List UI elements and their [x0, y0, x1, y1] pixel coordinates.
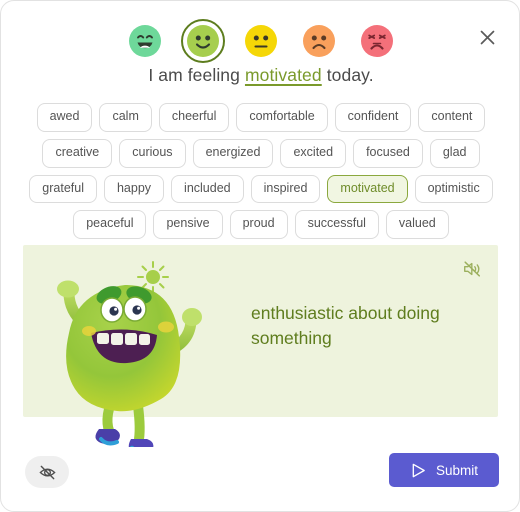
feeling-chip-focused[interactable]: focused — [353, 138, 423, 168]
angry-face-icon — [361, 25, 393, 57]
definition-text: enthusiastic about doing something — [251, 303, 440, 348]
submit-button[interactable]: Submit — [389, 453, 499, 487]
feeling-chip-valued[interactable]: valued — [385, 210, 449, 239]
feeling-chip-inspired[interactable]: inspired — [250, 174, 321, 204]
mood-option-happy[interactable] — [181, 19, 225, 63]
mood-option-very-happy[interactable] — [123, 19, 167, 63]
frowning-face-icon — [303, 25, 335, 57]
mood-scale — [1, 19, 519, 63]
feeling-chip-grateful[interactable]: grateful — [29, 174, 97, 204]
feeling-chip-curious[interactable]: curious — [119, 138, 186, 168]
sentence-chosen-word: motivated — [244, 65, 322, 85]
hide-toggle-button[interactable] — [25, 456, 69, 488]
feeling-chip-peaceful[interactable]: peaceful — [73, 210, 147, 239]
feelings-dialog: I am feeling motivated today. awed calm ch… — [0, 0, 520, 512]
mood-option-angry[interactable] — [355, 19, 399, 63]
sentence-prefix: I am feeling — [148, 65, 245, 85]
feeling-chip-motivated[interactable]: motivated — [327, 174, 408, 204]
eye-off-icon — [38, 465, 56, 479]
feeling-chip-cheerful[interactable]: cheerful — [158, 103, 230, 132]
feeling-chip-successful[interactable]: successful — [294, 210, 379, 239]
feeling-chip-pensive[interactable]: pensive — [153, 210, 223, 239]
feeling-chip-glad[interactable]: glad — [429, 138, 480, 168]
feeling-chip-comfortable[interactable]: comfortable — [236, 103, 328, 132]
feeling-chip-content[interactable]: content — [418, 103, 486, 132]
mood-option-sad[interactable] — [297, 19, 341, 63]
submit-button-label: Submit — [435, 462, 479, 478]
neutral-face-icon — [245, 25, 277, 57]
feeling-sentence: I am feeling motivated today. — [1, 65, 519, 86]
dialog-footer: Submit — [1, 447, 519, 511]
feeling-chip-list: awed calm cheerful comfortable confident cont… — [23, 103, 499, 239]
smiling-face-icon — [187, 25, 219, 57]
feeling-chip-creative[interactable]: creative — [42, 138, 113, 168]
feeling-chip-confident[interactable]: confident — [334, 103, 412, 132]
mood-option-neutral[interactable] — [239, 19, 283, 63]
feeling-chip-calm[interactable]: calm — [99, 103, 152, 132]
speaker-muted-icon[interactable] — [462, 259, 482, 279]
feeling-chip-awed[interactable]: awed — [36, 103, 93, 132]
feeling-chip-included[interactable]: included — [171, 174, 244, 204]
grinning-face-icon — [129, 25, 161, 57]
definition-panel: enthusiastic about doing something — [23, 245, 498, 417]
feeling-chip-optimistic[interactable]: optimistic — [414, 174, 493, 204]
feeling-chip-happy[interactable]: happy — [103, 174, 165, 204]
feeling-chip-energized[interactable]: energized — [192, 138, 274, 168]
feeling-chip-excited[interactable]: excited — [280, 138, 347, 168]
send-icon — [412, 463, 425, 477]
sentence-suffix: today. — [321, 65, 374, 85]
feeling-chip-proud[interactable]: proud — [229, 210, 288, 239]
